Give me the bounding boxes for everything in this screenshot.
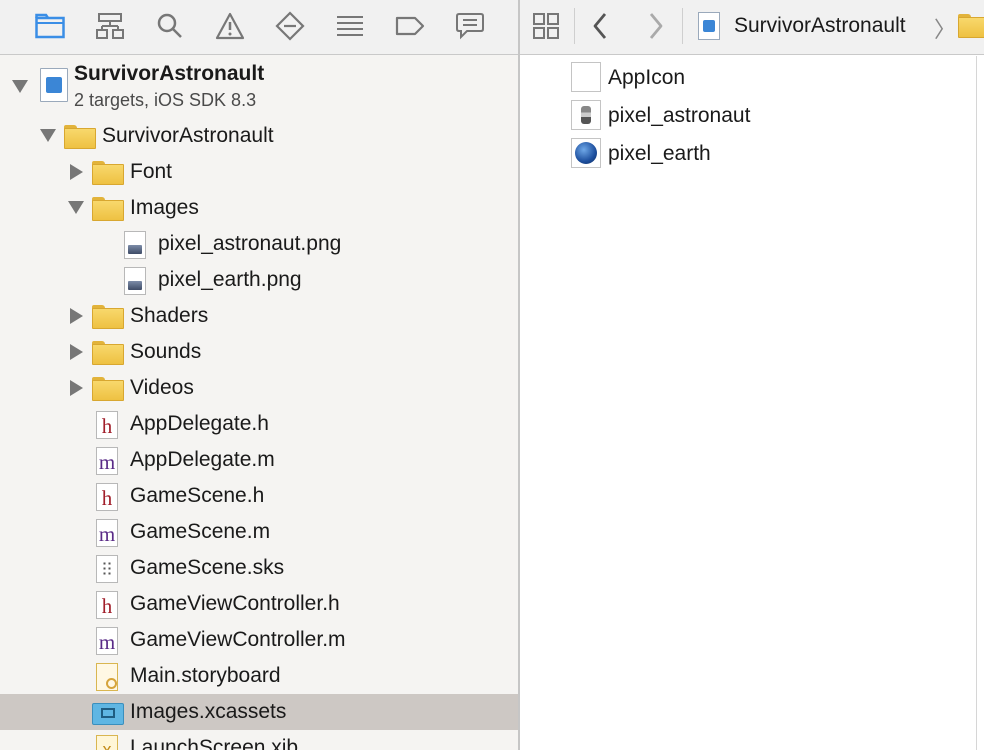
breadcrumb-chevron-icon: 〉 (934, 17, 957, 42)
project-navigator: SurvivorAstronault 2 targets, iOS SDK 8.… (0, 0, 518, 750)
astronaut-thumbnail (571, 100, 601, 130)
folder-icon (92, 305, 124, 329)
warning-icon[interactable] (212, 8, 248, 44)
xcode-project-icon (40, 68, 68, 102)
tree-row-label: GameScene.sks (130, 556, 285, 579)
tree-row-label: GameScene.h (130, 484, 265, 507)
breadcrumb-folder-icon[interactable] (958, 14, 984, 38)
tree-row-label: pixel_earth.png (158, 268, 302, 291)
tree-row-appdelegate-m[interactable]: m AppDelegate.m (0, 442, 518, 478)
tree-row-videos[interactable]: Videos (0, 370, 518, 406)
asset-catalog-icon (92, 703, 124, 725)
implementation-file-icon: m (96, 447, 118, 475)
tree-row-label: GameViewController.m (130, 628, 346, 651)
xcode-project-icon (698, 12, 720, 40)
earth-thumbnail (571, 138, 601, 168)
breakpoint-diamond-icon[interactable] (272, 8, 308, 44)
jump-bar: SurvivorAstronault 〉 (520, 0, 984, 55)
tree-row-gamescene-m[interactable]: m GameScene.m (0, 514, 518, 550)
tree-row-label: Main.storyboard (130, 664, 281, 687)
tree-row-pixel-astronaut-png[interactable]: pixel_astronaut.png (0, 226, 518, 262)
spritekit-scene-file-icon (96, 555, 118, 583)
related-items-grid-icon[interactable] (528, 8, 564, 44)
tree-row-shaders[interactable]: Shaders (0, 298, 518, 334)
tree-row-survivorastronault-group[interactable]: SurvivorAstronault (0, 118, 518, 154)
disclosure-closed-icon[interactable] (70, 308, 83, 324)
project-subtitle: 2 targets, iOS SDK 8.3 (74, 90, 257, 110)
navigator-toolbar (0, 0, 518, 55)
implementation-file-icon: m (96, 627, 118, 655)
tree-row-label: AppDelegate.h (130, 412, 269, 435)
folder-icon (64, 125, 96, 149)
disclosure-closed-icon[interactable] (70, 380, 83, 396)
tree-row-label: AppDelegate.m (130, 448, 275, 471)
tree-row-pixel-earth-png[interactable]: pixel_earth.png (0, 262, 518, 298)
comment-icon[interactable] (452, 8, 488, 44)
disclosure-closed-icon[interactable] (70, 164, 83, 180)
header-file-icon: h (96, 591, 118, 619)
hierarchy-icon[interactable] (92, 8, 128, 44)
appicon-thumbnail (571, 62, 601, 92)
tree-row-appdelegate-h[interactable]: h AppDelegate.h (0, 406, 518, 442)
header-file-icon: h (96, 411, 118, 439)
folder-icon (92, 161, 124, 185)
folder-icon (92, 341, 124, 365)
tree-row-images-xcassets[interactable]: Images.xcassets (0, 694, 518, 730)
tree-row-main-storyboard[interactable]: Main.storyboard (0, 658, 518, 694)
xib-file-icon: x (96, 735, 118, 750)
asset-item-pixel-astronaut[interactable]: pixel_astronaut (520, 96, 976, 134)
tree-row-sounds[interactable]: Sounds (0, 334, 518, 370)
tree-row-label: Videos (130, 376, 194, 399)
asset-label: pixel_astronaut (608, 104, 751, 127)
tree-row-gameviewcontroller-h[interactable]: h GameViewController.h (0, 586, 518, 622)
breadcrumb-project[interactable]: SurvivorAstronault (734, 14, 906, 38)
folder-icon (92, 197, 124, 221)
search-icon[interactable] (152, 8, 188, 44)
tree-row-label: SurvivorAstronault (102, 124, 274, 147)
tree-row-label: Shaders (130, 304, 209, 327)
project-root-row[interactable]: SurvivorAstronault 2 targets, iOS SDK 8.… (0, 60, 518, 116)
asset-list: AppIcon pixel_astronaut pixel_earth (520, 56, 977, 750)
asset-item-appicon[interactable]: AppIcon (520, 58, 976, 96)
asset-label: pixel_earth (608, 142, 711, 165)
tree-row-label: LaunchScreen.xib (130, 736, 299, 750)
disclosure-open-icon[interactable] (40, 129, 56, 142)
tree-row-label: Sounds (130, 340, 202, 363)
disclosure-closed-icon[interactable] (70, 344, 83, 360)
folder-icon (92, 377, 124, 401)
tree-row-label: Images (130, 196, 199, 219)
tree-row-launchscreen-xib[interactable]: x LaunchScreen.xib (0, 730, 518, 750)
tree-row-label: Images.xcassets (130, 700, 287, 723)
list-icon[interactable] (332, 8, 368, 44)
tree-row-font[interactable]: Font (0, 154, 518, 190)
asset-label: AppIcon (608, 66, 686, 89)
project-name: SurvivorAstronault (74, 62, 265, 85)
disclosure-open-icon[interactable] (68, 201, 84, 214)
folder-icon[interactable] (32, 8, 68, 44)
implementation-file-icon: m (96, 519, 118, 547)
storyboard-file-icon (96, 663, 118, 691)
back-chevron-icon[interactable] (582, 8, 618, 44)
tree-row-gamescene-sks[interactable]: GameScene.sks (0, 550, 518, 586)
forward-chevron-icon[interactable] (638, 8, 674, 44)
tag-icon[interactable] (392, 8, 428, 44)
header-file-icon: h (96, 483, 118, 511)
asset-item-pixel-earth[interactable]: pixel_earth (520, 134, 976, 172)
png-file-icon (124, 231, 146, 259)
tree-row-label: GameViewController.h (130, 592, 340, 615)
tree-row-gameviewcontroller-m[interactable]: m GameViewController.m (0, 622, 518, 658)
png-file-icon (124, 267, 146, 295)
tree-row-images[interactable]: Images (0, 190, 518, 226)
tree-row-label: pixel_astronaut.png (158, 232, 342, 255)
tree-row-gamescene-h[interactable]: h GameScene.h (0, 478, 518, 514)
tree-row-label: GameScene.m (130, 520, 271, 543)
disclosure-open-icon[interactable] (12, 80, 28, 93)
tree-row-label: Font (130, 160, 173, 183)
asset-catalog-editor: SurvivorAstronault 〉 AppIcon pixel_astro… (520, 0, 984, 750)
